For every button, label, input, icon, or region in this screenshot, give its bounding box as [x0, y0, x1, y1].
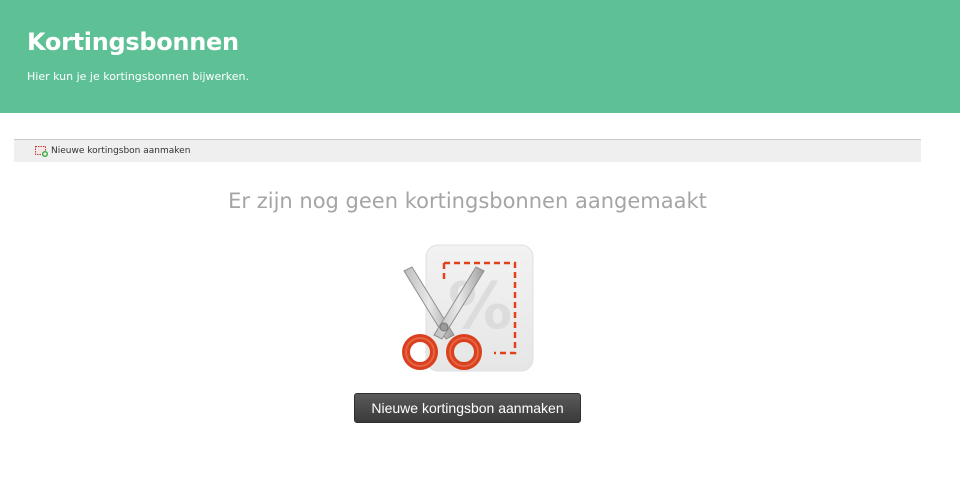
new-coupon-toolbar-label: Nieuwe kortingsbon aanmaken [51, 146, 191, 156]
new-coupon-button[interactable]: Nieuwe kortingsbon aanmaken [354, 393, 581, 423]
page-header: Kortingsbonnen Hier kun je je kortingsbo… [0, 0, 960, 113]
page-subtitle: Hier kun je je kortingsbonnen bijwerken. [27, 70, 249, 83]
empty-state-message: Er zijn nog geen kortingsbonnen aangemaa… [228, 189, 707, 213]
scissors-coupon-icon: % [398, 243, 538, 375]
page-title: Kortingsbonnen [27, 28, 239, 56]
add-coupon-icon [35, 145, 48, 157]
new-coupon-toolbar-link[interactable]: Nieuwe kortingsbon aanmaken [35, 143, 190, 159]
toolbar: Nieuwe kortingsbon aanmaken [14, 139, 921, 162]
